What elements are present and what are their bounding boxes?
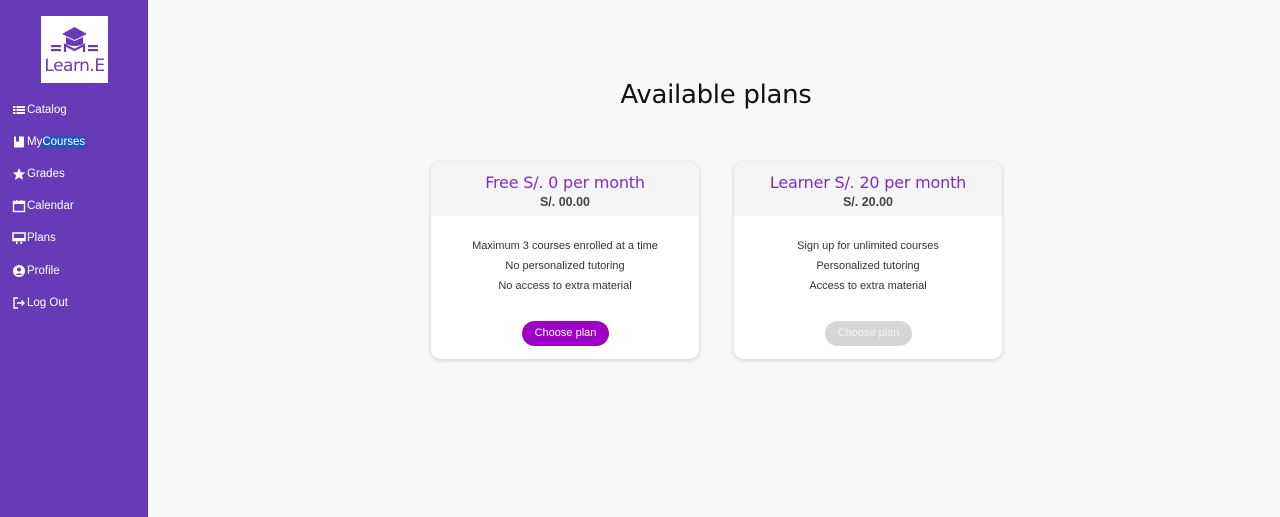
sidebar-item-label-selected: Courses — [42, 136, 86, 148]
choose-plan-button-disabled[interactable]: Choose plan — [825, 321, 912, 346]
sidebar-item-label: Grades — [27, 168, 65, 180]
plan-price: S/. 20.00 — [842, 195, 894, 209]
plan-card-free: Free S/. 0 per month S/. 00.00 Maximum 3… — [431, 162, 699, 359]
calendar-icon — [12, 200, 26, 213]
plan-feature: Maximum 3 courses enrolled at a time — [472, 240, 658, 252]
book-icon — [14, 136, 24, 148]
sidebar-item-label: Calendar — [27, 200, 74, 212]
plan-card-header: Learner S/. 20 per month S/. 20.00 — [734, 162, 1002, 216]
sidebar-item-label: Plans — [27, 232, 56, 244]
page-title: Available plans — [620, 80, 812, 110]
sidebar-item-my-courses[interactable]: My Courses — [12, 132, 86, 152]
plan-name: Learner S/. 20 per month — [769, 173, 967, 192]
list-icon — [13, 106, 25, 114]
sidebar-item-label: Log Out — [27, 297, 68, 309]
sidebar-item-label: Profile — [27, 265, 60, 277]
plan-price: S/. 00.00 — [539, 195, 591, 209]
choose-plan-button[interactable]: Choose plan — [522, 321, 609, 346]
sidebar-item-profile[interactable]: Profile — [12, 261, 60, 281]
plan-features: Maximum 3 courses enrolled at a time No … — [431, 236, 699, 296]
plan-feature: Personalized tutoring — [816, 260, 920, 272]
plan-features: Sign up for unlimited courses Personaliz… — [734, 236, 1002, 296]
monitor-icon — [12, 232, 26, 244]
star-icon — [12, 168, 26, 180]
plan-card-learner: Learner S/. 20 per month S/. 20.00 Sign … — [734, 162, 1002, 359]
plan-feature: Access to extra material — [809, 280, 927, 292]
plan-feature: No access to extra material — [498, 280, 632, 292]
plan-name: Free S/. 0 per month — [485, 173, 645, 192]
plan-card-header: Free S/. 0 per month S/. 00.00 — [431, 162, 699, 216]
sidebar-item-calendar[interactable]: Calendar — [12, 196, 74, 216]
sidebar-item-label: My — [27, 136, 43, 148]
sidebar-item-logout[interactable]: Log Out — [12, 293, 68, 313]
sidebar-item-catalog[interactable]: Catalog — [12, 100, 67, 120]
sidebar: Learn.E Catalog My Courses Grades Calend… — [0, 0, 148, 517]
app-logo[interactable]: Learn.E — [41, 16, 108, 83]
plan-feature: Sign up for unlimited courses — [797, 240, 939, 252]
logout-icon — [13, 297, 25, 309]
logo-text: Learn.E — [44, 56, 105, 76]
account-circle-icon — [13, 265, 25, 277]
sidebar-item-label: Catalog — [27, 104, 67, 116]
plan-feature: No personalized tutoring — [505, 260, 625, 272]
sidebar-item-grades[interactable]: Grades — [12, 164, 65, 184]
sidebar-item-plans[interactable]: Plans — [12, 228, 56, 248]
